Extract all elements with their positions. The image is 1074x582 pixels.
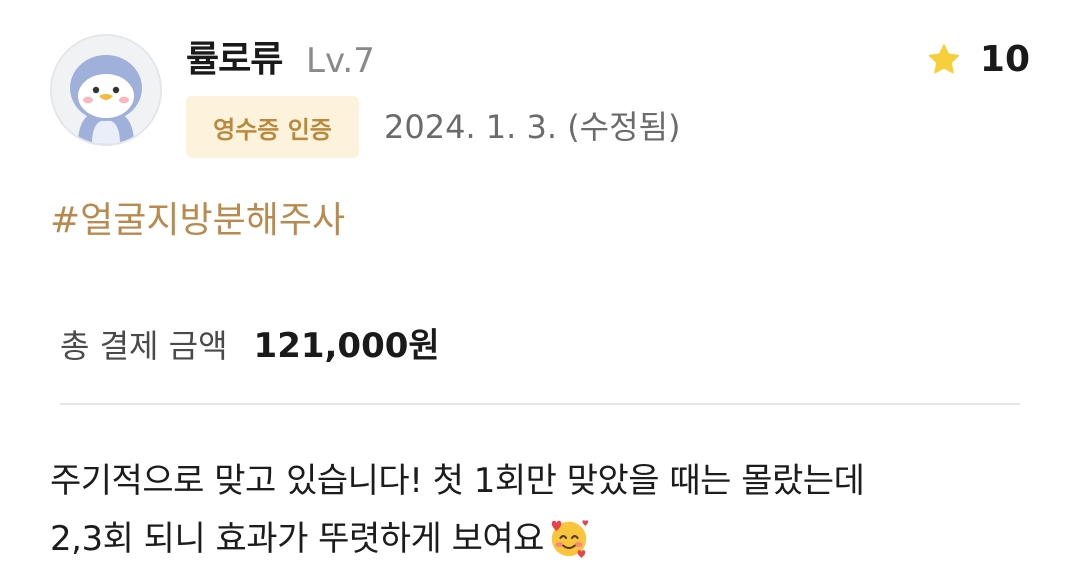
- rating: 10: [926, 36, 1030, 84]
- review-content: 주기적으로 맞고 있습니다! 첫 1회만 맞았을 때는 몰랐는데 2,3회 되니…: [50, 452, 1040, 568]
- hashtag-link[interactable]: #얼굴지방분해주사: [50, 196, 345, 246]
- review-text-line-2: 2,3회 되니 효과가 뚜렷하게 보여요: [50, 510, 1040, 568]
- payment-amount: 121,000원: [253, 326, 440, 366]
- star-icon: [928, 44, 960, 74]
- review-card: 률로류 Lv.7 10 영수증 인증 2024. 1. 3. (수정됨) #얼굴…: [0, 0, 1074, 582]
- penguin-avatar-icon[interactable]: [50, 34, 162, 146]
- divider: [60, 403, 1020, 405]
- payment-summary: 총 결제 금액 121,000원: [60, 318, 440, 367]
- smiling-face-with-hearts-icon: [551, 520, 589, 559]
- rating-value: 10: [979, 39, 1030, 80]
- review-text-line: 주기적으로 맞고 있습니다! 첫 1회만 맞았을 때는 몰랐는데: [50, 461, 865, 501]
- receipt-verified-badge: 영수증 인증: [186, 96, 359, 158]
- review-text-line: 2,3회 되니 효과가 뚜렷하게 보여요: [50, 519, 544, 559]
- review-date: 2024. 1. 3. (수정됨): [384, 108, 681, 146]
- user-level: Lv.7: [306, 41, 375, 81]
- username[interactable]: 률로류: [186, 36, 283, 84]
- payment-label: 총 결제 금액: [60, 327, 228, 365]
